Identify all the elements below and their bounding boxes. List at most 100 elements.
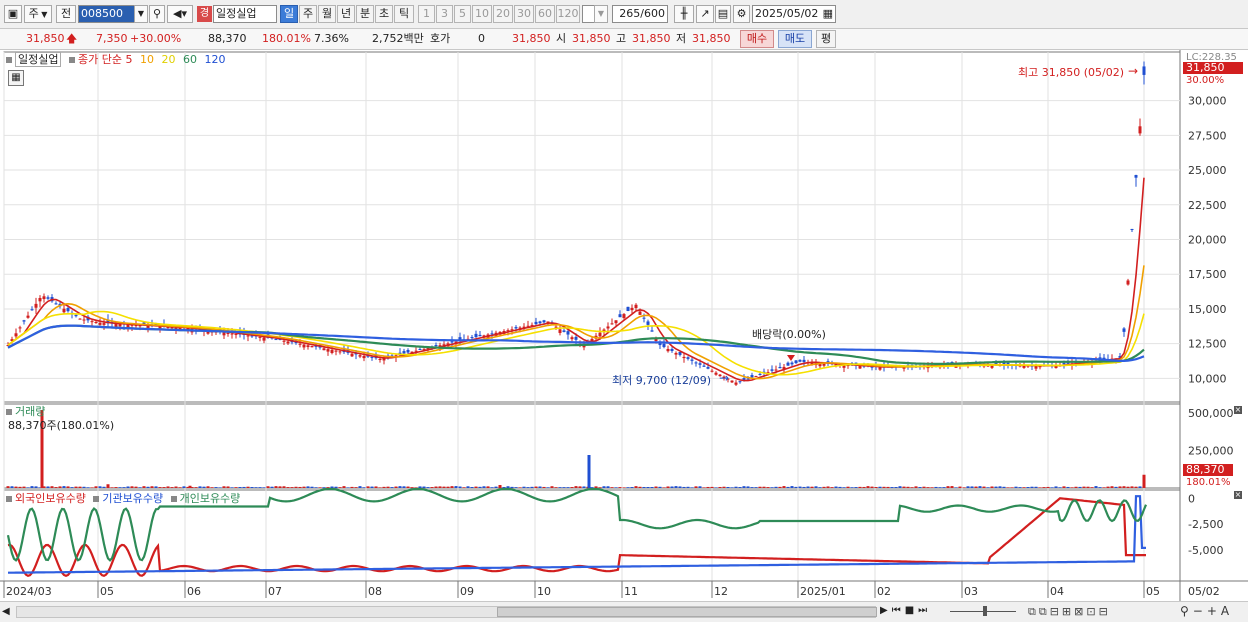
volume-bar bbox=[474, 486, 478, 488]
volume-bar bbox=[30, 486, 34, 488]
volume-bar bbox=[438, 486, 442, 488]
volume-bar bbox=[510, 486, 514, 488]
prev-label: 전 bbox=[60, 7, 72, 20]
speaker-icon[interactable]: ◀▾ bbox=[167, 5, 193, 23]
volume-bar bbox=[658, 486, 662, 488]
period-tick-button[interactable]: 틱 bbox=[394, 5, 414, 23]
volume-close-icon[interactable]: × bbox=[1234, 406, 1242, 414]
view-tools-icons[interactable]: ⧉⧉⊟⊞⊠⊡⊟ bbox=[1028, 605, 1111, 619]
drawing-tool-icon[interactable]: ↗ bbox=[696, 5, 714, 23]
legend-stock-name[interactable]: 일정실업 bbox=[15, 52, 62, 67]
candle-body bbox=[102, 323, 106, 325]
period-minute-button[interactable]: 분 bbox=[356, 5, 374, 23]
volume-bar bbox=[730, 487, 734, 488]
period-second-button[interactable]: 초 bbox=[375, 5, 393, 23]
time-tick-label: 2025/01 bbox=[800, 585, 846, 598]
volume-bar bbox=[486, 486, 490, 488]
volume-bar bbox=[670, 486, 674, 488]
volume-bar bbox=[482, 486, 486, 488]
interval-120-button[interactable]: 120 bbox=[556, 5, 580, 23]
buy-button[interactable]: 매수 bbox=[740, 30, 774, 48]
volume-value: 88,370 bbox=[208, 32, 247, 45]
low-label: 저 bbox=[676, 32, 687, 45]
period-year-button[interactable]: 년 bbox=[337, 5, 355, 23]
price-change-pct: +30.00% bbox=[130, 32, 182, 45]
scroll-thumb[interactable] bbox=[497, 607, 877, 617]
volume-bar bbox=[230, 487, 234, 488]
volume-bar bbox=[346, 487, 350, 488]
volume-bar bbox=[1054, 486, 1058, 488]
candle-body bbox=[790, 362, 794, 365]
volume-bar bbox=[1094, 486, 1098, 488]
flat-button[interactable]: 평 bbox=[816, 30, 836, 48]
volume-info: 88,370주(180.01%) bbox=[8, 419, 115, 432]
volume-bar bbox=[1074, 486, 1078, 488]
holding-close-icon[interactable]: × bbox=[1234, 491, 1242, 499]
volume-bar bbox=[910, 487, 914, 488]
prev-button[interactable]: 전 bbox=[56, 5, 76, 23]
chart-canvas[interactable]: 30,000 27,500 25,000 22,500 20,000 17,500 15,0… bbox=[0, 50, 1248, 601]
legend-foreign[interactable]: 외국인보유수량 bbox=[15, 492, 86, 505]
search-icon[interactable]: ⚲ bbox=[149, 5, 165, 23]
sell-button[interactable]: 매도 bbox=[778, 30, 812, 48]
window-icon[interactable]: ▣ bbox=[4, 5, 22, 23]
interval-dropdown-icon[interactable]: ▼ bbox=[594, 5, 608, 23]
settings-gear-icon[interactable]: ⚙ bbox=[733, 5, 750, 23]
count-field[interactable]: 265/600 bbox=[612, 5, 668, 23]
scroll-left-icon[interactable]: ◀ bbox=[2, 605, 14, 619]
date-field[interactable]: 2025/05/02 ▦ bbox=[752, 5, 836, 23]
interval-5-button[interactable]: 5 bbox=[454, 5, 471, 23]
volume-bar bbox=[466, 486, 470, 488]
interval-60-button[interactable]: 60 bbox=[535, 5, 555, 23]
legend-ma20[interactable]: 20 bbox=[161, 53, 175, 66]
period-day-button[interactable]: 일 bbox=[280, 5, 298, 23]
volume-bar bbox=[962, 487, 966, 488]
time-tick-label: 11 bbox=[624, 585, 638, 598]
volume-bar bbox=[94, 486, 98, 488]
time-tick-label: 2024/03 bbox=[6, 585, 52, 598]
scroll-track[interactable] bbox=[16, 606, 877, 618]
legend-ma10[interactable]: 10 bbox=[140, 53, 154, 66]
candle-type-icon[interactable]: ╫ bbox=[674, 5, 694, 23]
mode-dropdown[interactable]: 주 ▼ bbox=[24, 5, 52, 23]
interval-3-button[interactable]: 3 bbox=[436, 5, 453, 23]
code-dropdown-icon[interactable]: ▼ bbox=[134, 5, 148, 23]
legend-ma60[interactable]: 60 bbox=[183, 53, 197, 66]
interval-30-button[interactable]: 30 bbox=[514, 5, 534, 23]
quote-bar: 31,850 🡅 7,350 +30.00% 88,370 180.01% 7.… bbox=[0, 29, 1248, 50]
code-input[interactable]: 008500 bbox=[78, 5, 136, 23]
interval-20-button[interactable]: 20 bbox=[493, 5, 513, 23]
playback-controls[interactable]: ▶⏮■⏭ bbox=[880, 605, 931, 616]
period-month-button[interactable]: 월 bbox=[318, 5, 336, 23]
stock-name-field[interactable]: 일정실업 bbox=[213, 5, 277, 23]
calendar-icon[interactable]: ▦ bbox=[823, 6, 833, 22]
interval-1-button[interactable]: 1 bbox=[418, 5, 435, 23]
volume-bar bbox=[150, 486, 154, 488]
volume-bar bbox=[542, 486, 546, 488]
volume-bar bbox=[318, 487, 322, 488]
save-icon[interactable]: ▤ bbox=[715, 5, 731, 23]
zoom-tools-icons[interactable]: ⚲−+A bbox=[1180, 604, 1233, 618]
ma10-line bbox=[7, 265, 1145, 380]
low-price: 31,850 bbox=[692, 32, 731, 45]
volume-bar bbox=[882, 486, 886, 488]
volume-bar bbox=[26, 487, 30, 488]
zoom-slider-handle[interactable] bbox=[983, 606, 987, 616]
volume-bar bbox=[1114, 486, 1118, 488]
chart-area[interactable]: 30,000 27,500 25,000 22,500 20,000 17,500 15,0… bbox=[0, 50, 1248, 621]
legend-square-icon bbox=[6, 496, 12, 502]
price-tick-label: 25,000 bbox=[1188, 164, 1227, 177]
volume-title[interactable]: 거래량 bbox=[15, 405, 45, 418]
interval-10-button[interactable]: 10 bbox=[472, 5, 492, 23]
volume-bar bbox=[278, 486, 282, 488]
legend-ma120[interactable]: 120 bbox=[204, 53, 225, 66]
legend-individual[interactable]: 개인보유수량 bbox=[180, 492, 241, 505]
legend-institution[interactable]: 기관보유수량 bbox=[102, 492, 163, 505]
legend-ma5[interactable]: 종가 단순 5 bbox=[78, 53, 132, 66]
period-week-button[interactable]: 주 bbox=[299, 5, 317, 23]
volume-bar bbox=[1118, 486, 1122, 488]
candle-body bbox=[334, 350, 338, 352]
calculator-icon[interactable]: ▦ bbox=[8, 70, 24, 86]
candle-body bbox=[734, 382, 738, 385]
volume-bar bbox=[610, 487, 614, 488]
